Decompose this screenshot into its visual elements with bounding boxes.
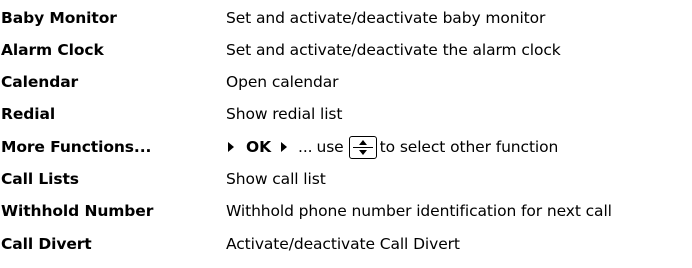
table-row: Redial Show redial list bbox=[0, 98, 692, 130]
triangle-up-icon bbox=[358, 139, 367, 145]
table-row: Alarm Clock Set and activate/deactivate … bbox=[0, 34, 692, 66]
function-description: Open calendar bbox=[226, 73, 339, 91]
table-row: Call Divert Activate/deactivate Call Div… bbox=[0, 228, 692, 260]
function-name: Alarm Clock bbox=[1, 41, 104, 59]
function-name: Call Lists bbox=[1, 170, 79, 188]
triangle-down-icon bbox=[358, 149, 367, 155]
function-description: Set and activate/deactivate the alarm cl… bbox=[226, 41, 561, 59]
table-row: Withhold Number Withhold phone number id… bbox=[0, 195, 692, 227]
function-table: Baby Monitor Set and activate/deactivate… bbox=[0, 0, 692, 268]
function-description: Show call list bbox=[226, 170, 326, 188]
table-row: Call Lists Show call list bbox=[0, 163, 692, 195]
arrow-right-icon bbox=[281, 142, 287, 152]
function-description: Withhold phone number identification for… bbox=[226, 202, 612, 220]
function-description: OK ... use to select other function bbox=[228, 135, 559, 159]
function-description: Show redial list bbox=[226, 105, 343, 123]
arrow-right-icon bbox=[228, 142, 234, 152]
navigation-key-up-down-icon bbox=[348, 135, 377, 159]
function-description: Activate/deactivate Call Divert bbox=[226, 235, 460, 253]
table-row: More Functions... OK ... use to select o… bbox=[0, 131, 692, 163]
ok-softkey-label: OK bbox=[246, 138, 271, 156]
function-description: Set and activate/deactivate baby monitor bbox=[226, 9, 546, 27]
table-row: Baby Monitor Set and activate/deactivate… bbox=[0, 2, 692, 34]
table-row: Calendar Open calendar bbox=[0, 66, 692, 98]
function-name: Redial bbox=[1, 105, 56, 123]
function-name: Calendar bbox=[1, 73, 79, 91]
function-name: More Functions... bbox=[1, 138, 152, 156]
function-name: Withhold Number bbox=[1, 202, 154, 220]
ellipsis-text: ... bbox=[298, 138, 313, 156]
select-other-function-text: to select other function bbox=[379, 138, 559, 156]
use-text: use bbox=[316, 138, 344, 156]
function-name: Call Divert bbox=[1, 235, 92, 253]
function-name: Baby Monitor bbox=[1, 9, 117, 27]
